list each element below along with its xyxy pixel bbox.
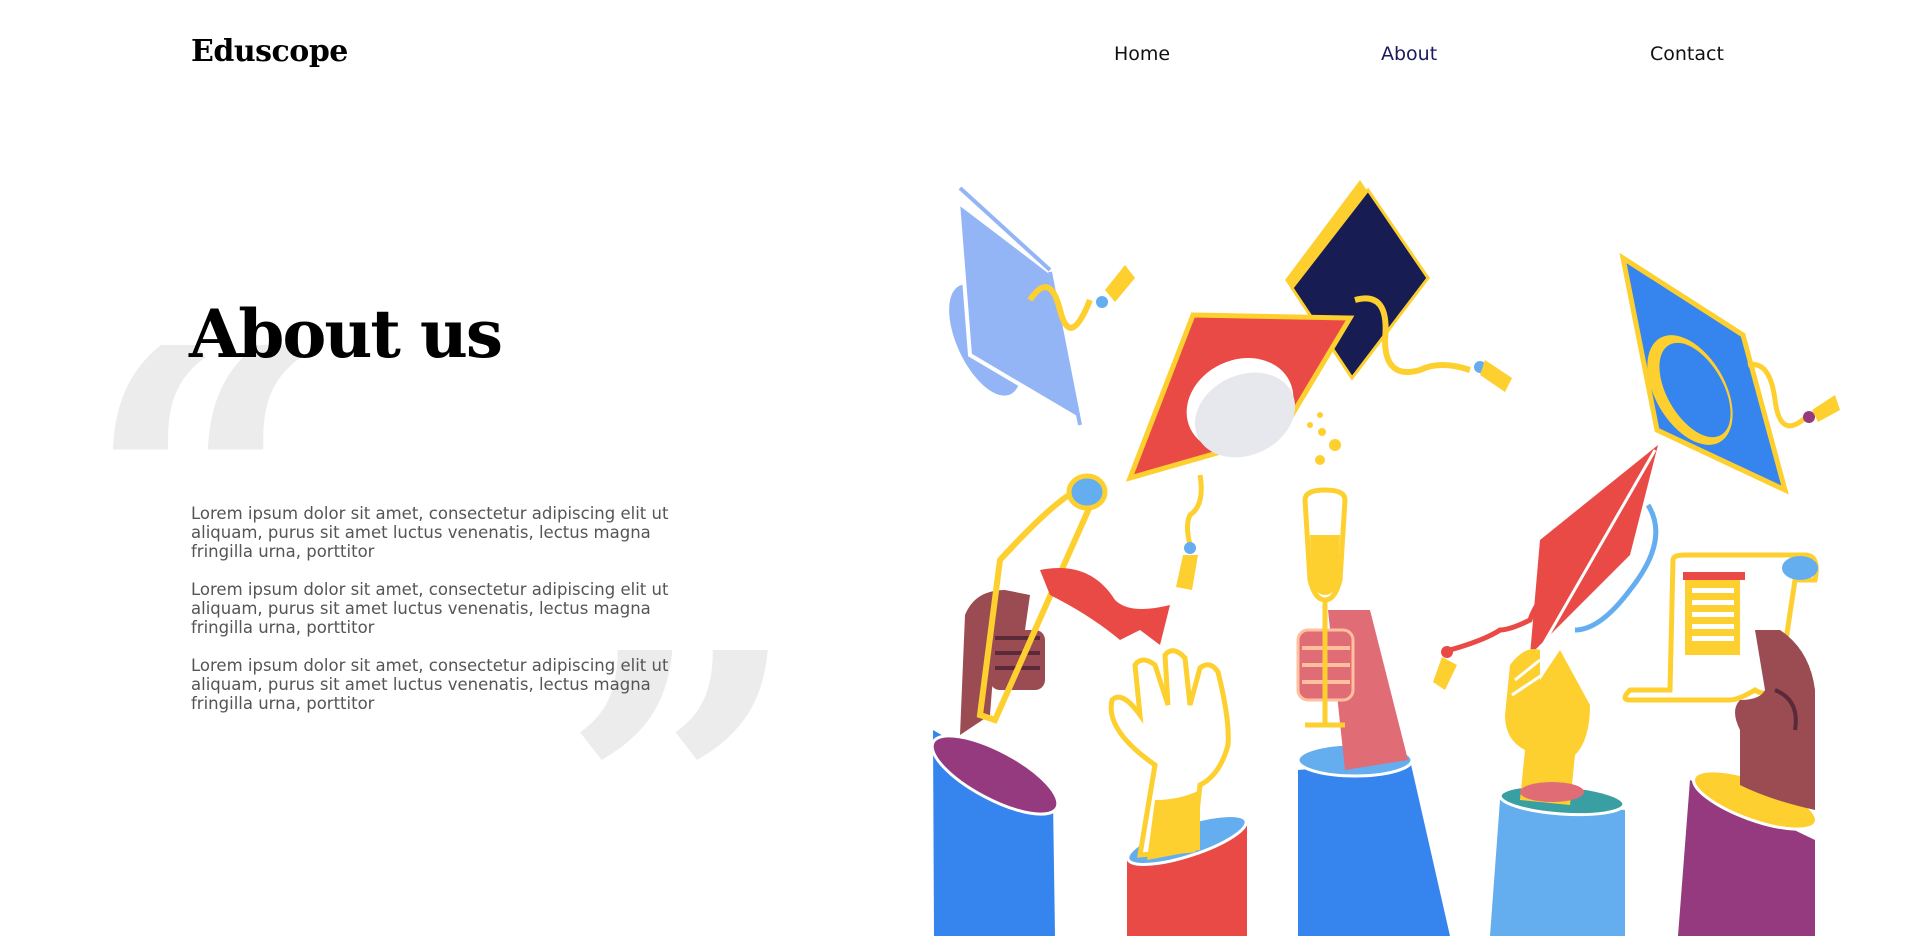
paragraph: Lorem ipsum dolor sit amet, consectetur … bbox=[191, 504, 669, 561]
logo[interactable]: Eduscope bbox=[191, 34, 348, 69]
page-title: About us bbox=[189, 295, 503, 373]
champagne-hand-icon bbox=[1296, 412, 1450, 936]
nav-contact[interactable]: Contact bbox=[1650, 43, 1724, 65]
graduation-celebration-illustration bbox=[930, 180, 1840, 936]
cap-hand-icon bbox=[1490, 649, 1626, 936]
graduation-cap-icon bbox=[1433, 445, 1659, 690]
nav-about[interactable]: About bbox=[1381, 43, 1437, 65]
document-hand-icon bbox=[1622, 552, 1819, 936]
nav-home[interactable]: Home bbox=[1114, 43, 1170, 65]
paragraph: Lorem ipsum dolor sit amet, consectetur … bbox=[191, 580, 669, 637]
open-hand-icon bbox=[1108, 648, 1248, 936]
paragraph: Lorem ipsum dolor sit amet, consectetur … bbox=[191, 656, 669, 713]
about-page: Eduscope Home About Contact “ ” About us… bbox=[0, 0, 1919, 936]
about-text: Lorem ipsum dolor sit amet, consectetur … bbox=[191, 504, 681, 732]
graduation-cap-icon bbox=[949, 186, 1135, 426]
graduation-cap-icon bbox=[1619, 252, 1840, 495]
